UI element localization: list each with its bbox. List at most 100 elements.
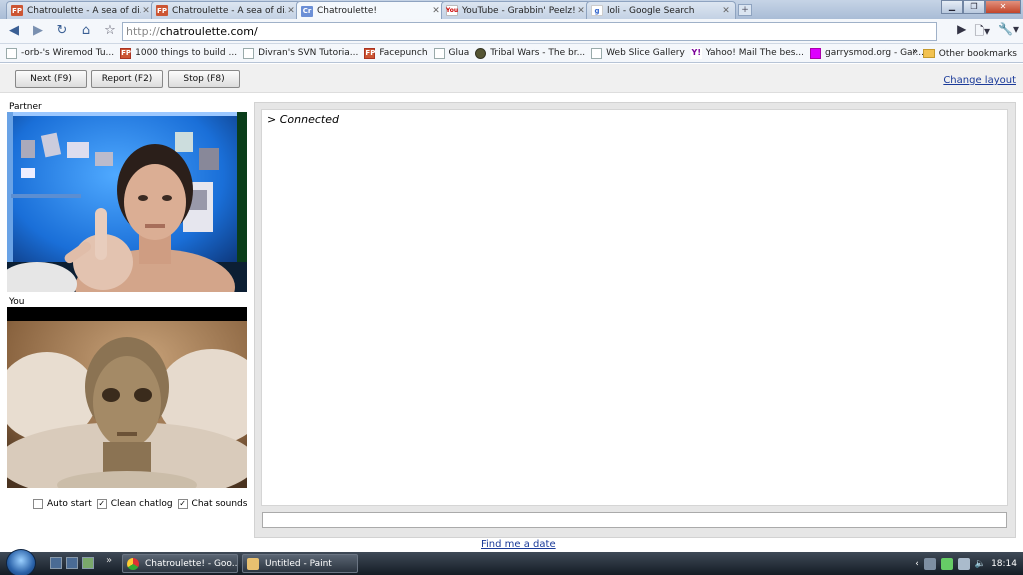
bookmark-item[interactable]: -orb-'s Wiremod Tu...: [6, 47, 115, 59]
facepunch-icon: FP: [120, 47, 132, 59]
bookmark-label: Divran's SVN Tutoria...: [258, 48, 359, 58]
chat-message: > Connected: [267, 113, 339, 126]
back-icon[interactable]: ◀: [4, 21, 24, 41]
bookmark-item[interactable]: Glua: [433, 47, 470, 59]
other-bookmarks-button[interactable]: Other bookmarks: [922, 44, 1017, 63]
tab-title: loli - Google Search: [607, 5, 695, 16]
find-date-link[interactable]: Find me a date: [481, 539, 556, 550]
page-icon: [243, 47, 255, 59]
tray-app-icon[interactable]: [940, 557, 953, 570]
chat-sounds-label: Chat sounds: [191, 499, 248, 509]
change-layout-link[interactable]: Change layout: [943, 75, 1016, 86]
yahoo-icon: Y!: [690, 47, 702, 59]
page-content: Next (F9) Report (F2) Stop (F8) Change l…: [0, 64, 1023, 552]
clean-chatlog-label: Clean chatlog: [110, 499, 173, 509]
tab-title: Chatroulette!: [317, 6, 377, 16]
system-tray: ‹ 🔈 18:14: [915, 552, 1017, 575]
self-video: [7, 307, 247, 488]
tab-title: Chatroulette - A sea of di...: [27, 5, 141, 16]
tab-chatroulette-sea-2[interactable]: FP Chatroulette - A sea of di... ✕: [151, 1, 301, 19]
close-icon[interactable]: ✕: [141, 6, 151, 16]
forward-icon[interactable]: ▶: [28, 21, 48, 41]
go-icon[interactable]: ▶: [957, 22, 966, 43]
bookmark-item[interactable]: FP 1000 things to build ...: [120, 47, 238, 59]
bookmarks-bar: -orb-'s Wiremod Tu... FP 1000 things to b…: [0, 44, 1023, 63]
address-bar[interactable]: http://chatroulette.com/: [122, 22, 937, 41]
start-orb-icon[interactable]: [6, 549, 36, 575]
bookmark-item[interactable]: garrysmod.org - Gar...: [810, 47, 924, 59]
bookmark-label: -orb-'s Wiremod Tu...: [21, 48, 115, 58]
show-desktop-icon[interactable]: [50, 557, 62, 569]
bookmark-label: Glua: [448, 48, 470, 58]
bookmark-item[interactable]: Divran's SVN Tutoria...: [243, 47, 359, 59]
network-icon[interactable]: [923, 557, 936, 570]
partner-video: [7, 112, 247, 292]
quicklaunch-overflow-icon[interactable]: »: [106, 555, 112, 566]
self-video-image: [7, 307, 247, 488]
url-protocol: http://: [126, 25, 160, 38]
tab-chatroulette-sea-1[interactable]: FP Chatroulette - A sea of di... ✕: [6, 1, 156, 19]
tab-title: Chatroulette - A sea of di...: [172, 5, 286, 16]
chat-sounds-checkbox[interactable]: ✓: [177, 499, 188, 509]
tab-youtube[interactable]: You YouTube - Grabbin' Peelz! ✕: [441, 1, 591, 19]
report-button[interactable]: Report (F2): [91, 70, 163, 88]
browser-toolbar: ◀ ▶ ↻ ⌂ ☆ http://chatroulette.com/ ▶ 🗋▾ …: [0, 19, 1023, 44]
google-icon: g: [591, 5, 603, 16]
auto-start-checkbox[interactable]: [33, 499, 43, 509]
toolbar-right: ▶ 🗋▾ 🔧▾: [957, 22, 1019, 43]
minimize-icon[interactable]: ▁: [941, 0, 963, 14]
close-icon[interactable]: ✕: [431, 6, 441, 16]
stop-button[interactable]: Stop (F8): [168, 70, 240, 88]
bookmark-item[interactable]: Y! Yahoo! Mail The bes...: [690, 47, 804, 59]
restore-icon[interactable]: ❐: [963, 0, 985, 14]
window-controls: ▁ ❐ ✕: [941, 0, 1021, 14]
tray-expand-icon[interactable]: ‹: [915, 559, 919, 569]
action-bar: Next (F9) Report (F2) Stop (F8) Change l…: [0, 64, 1023, 93]
chat-panel: > Connected: [254, 102, 1016, 538]
url-host: chatroulette.com/: [159, 25, 258, 38]
tab-google-search[interactable]: g loli - Google Search ✕: [586, 1, 736, 19]
reload-icon[interactable]: ↻: [52, 21, 72, 41]
taskbar-item-chrome[interactable]: Chatroulette! - Goo...: [122, 554, 238, 573]
chat-options: Auto start ✓ Clean chatlog ✓ Chat sounds: [30, 499, 247, 509]
youtube-icon: You: [445, 5, 459, 16]
bookmark-label: Web Slice Gallery: [606, 48, 685, 58]
switch-windows-icon[interactable]: [66, 557, 78, 569]
next-button[interactable]: Next (F9): [15, 70, 87, 88]
partner-video-image: [7, 112, 247, 292]
tribalwars-icon: [475, 47, 487, 59]
auto-start-label: Auto start: [47, 499, 92, 509]
volume-icon[interactable]: 🔈: [975, 559, 986, 569]
new-tab-button[interactable]: +: [738, 4, 752, 16]
taskbar-item-label: Untitled - Paint: [265, 558, 332, 569]
chatroulette-icon: Cr: [301, 5, 313, 17]
clock[interactable]: 18:14: [991, 559, 1017, 569]
bookmark-item[interactable]: Tribal Wars - The br...: [475, 47, 586, 59]
facepunch-icon: FP: [364, 47, 376, 59]
close-icon[interactable]: ✕: [286, 6, 296, 16]
bookmark-label: 1000 things to build ...: [135, 48, 238, 58]
tab-strip: FP Chatroulette - A sea of di... ✕ FP Ch…: [0, 0, 1023, 20]
taskbar-item-paint[interactable]: Untitled - Paint: [242, 554, 358, 573]
chat-log: > Connected: [261, 109, 1008, 506]
home-icon[interactable]: ⌂: [76, 21, 96, 41]
media-player-icon[interactable]: [82, 557, 94, 569]
tab-chatroulette[interactable]: Cr Chatroulette! ✕: [296, 1, 446, 20]
you-label: You: [9, 297, 25, 307]
bookmark-label: Tribal Wars - The br...: [490, 48, 586, 58]
star-icon[interactable]: ☆: [100, 21, 120, 41]
wrench-icon[interactable]: 🔧▾: [998, 22, 1019, 43]
chat-input[interactable]: [262, 512, 1007, 528]
facepunch-icon: FP: [156, 5, 168, 16]
close-icon[interactable]: ✕: [576, 6, 586, 16]
monitor-icon[interactable]: [957, 557, 970, 570]
bookmarks-overflow-button[interactable]: »: [912, 46, 918, 57]
close-icon[interactable]: ✕: [721, 6, 731, 16]
bookmark-item[interactable]: FP Facepunch: [364, 47, 428, 59]
bookmark-item[interactable]: Web Slice Gallery: [591, 47, 685, 59]
tab-title: YouTube - Grabbin' Peelz!: [462, 5, 576, 16]
page-menu-icon[interactable]: 🗋▾: [974, 22, 990, 43]
clean-chatlog-checkbox[interactable]: ✓: [96, 499, 107, 509]
taskbar-item-label: Chatroulette! - Goo...: [145, 558, 238, 569]
window-close-icon[interactable]: ✕: [985, 0, 1021, 14]
